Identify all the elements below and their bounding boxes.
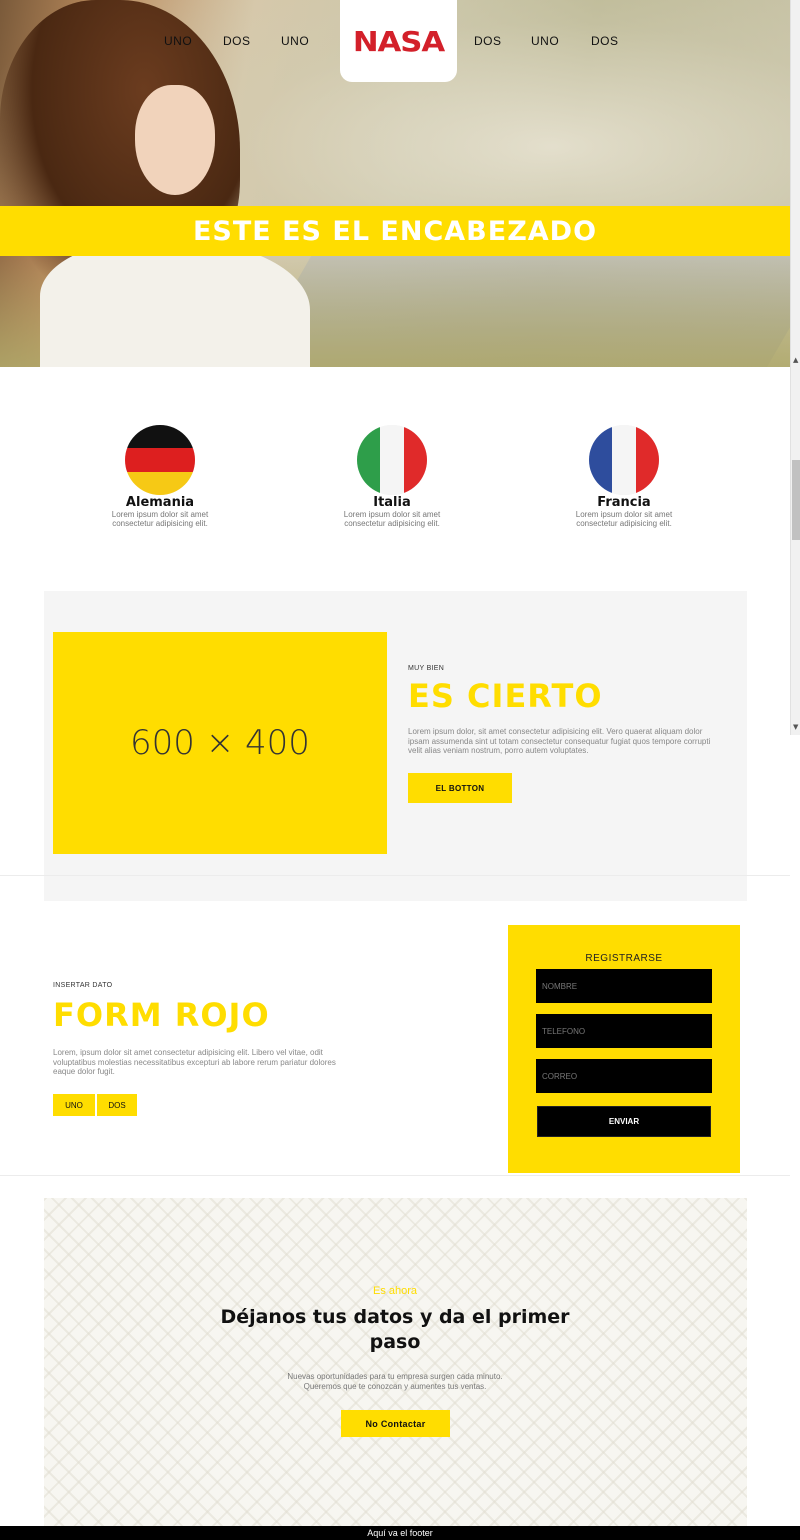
- nombre-field[interactable]: NOMBRE: [536, 969, 712, 1003]
- country-card-francia: Francia Lorem ipsum dolor sit amet conse…: [554, 425, 694, 528]
- nasa-logo: NASA: [352, 24, 445, 58]
- hero-banner: ESTE ES EL ENCABEZADO: [0, 206, 790, 256]
- enviar-button[interactable]: ENVIAR: [537, 1106, 711, 1137]
- country-name: Francia: [597, 495, 651, 510]
- telefono-field[interactable]: TELEFONO: [536, 1014, 712, 1048]
- hero-blouse: [40, 240, 310, 367]
- el-botton-button[interactable]: EL BOTTON: [408, 773, 512, 803]
- nav-link-uno-2[interactable]: UNO: [281, 34, 309, 48]
- dos-button[interactable]: DOS: [97, 1094, 137, 1116]
- scrollbar-thumb[interactable]: [792, 460, 800, 540]
- correo-field[interactable]: CORREO: [536, 1059, 712, 1093]
- nav-link-dos-1[interactable]: DOS: [223, 34, 251, 48]
- cta-text-line: Nuevas oportunidades para tu empresa sur…: [287, 1372, 503, 1381]
- cta-title: Déjanos tus datos y da el primer paso: [220, 1306, 570, 1353]
- country-text: Lorem ipsum dolor sit amet consectetur a…: [111, 510, 209, 528]
- top-nav: UNO DOS UNO NASA DOS UNO DOS: [0, 0, 790, 84]
- cta-text: Nuevas oportunidades para tu empresa sur…: [195, 1372, 595, 1391]
- section-divider: [0, 875, 790, 876]
- nav-link-dos-3[interactable]: DOS: [591, 34, 619, 48]
- logo[interactable]: NASA: [340, 0, 457, 82]
- country-card-italia: Italia Lorem ipsum dolor sit amet consec…: [322, 425, 462, 528]
- feature-kicker: MUY BIEN: [408, 665, 445, 672]
- country-name: Italia: [373, 495, 411, 510]
- country-card-alemania: Alemania Lorem ipsum dolor sit amet cons…: [90, 425, 230, 528]
- hero: UNO DOS UNO NASA DOS UNO DOS ESTE ES EL …: [0, 0, 790, 367]
- nav-link-uno-3[interactable]: UNO: [531, 34, 559, 48]
- form-title: FORM ROJO: [53, 996, 270, 1034]
- cta-kicker: Es ahora: [372, 1285, 418, 1297]
- hero-face: [135, 85, 215, 195]
- scrollbar[interactable]: ▲ ▼: [790, 0, 800, 735]
- france-flag-icon: [589, 425, 659, 495]
- hero-heading: ESTE ES EL ENCABEZADO: [192, 215, 598, 247]
- uno-button[interactable]: UNO: [53, 1094, 95, 1116]
- register-title: REGISTRARSE: [585, 953, 663, 964]
- contact-button[interactable]: No Contactar: [341, 1410, 450, 1437]
- feature-text: Lorem ipsum dolor, sit amet consectetur …: [408, 727, 711, 755]
- scroll-down-icon[interactable]: ▼: [793, 723, 798, 731]
- country-name: Alemania: [125, 495, 195, 510]
- germany-flag-icon: [125, 425, 195, 495]
- nav-link-dos-2[interactable]: DOS: [474, 34, 502, 48]
- country-text: Lorem ipsum dolor sit amet consectetur a…: [343, 510, 441, 528]
- image-placeholder: 600 × 400: [53, 632, 387, 854]
- form-text: Lorem, ipsum dolor sit amet consectetur …: [53, 1048, 336, 1076]
- cta-section: [44, 1198, 747, 1528]
- scroll-up-icon[interactable]: ▲: [793, 356, 798, 364]
- country-text: Lorem ipsum dolor sit amet consectetur a…: [575, 510, 673, 528]
- cta-text-line: Queremos que te conozcan y aumentes tus …: [303, 1381, 487, 1391]
- form-kicker: INSERTAR DATO: [53, 982, 113, 989]
- section-divider: [0, 1175, 790, 1176]
- feature-title: ES CIERTO: [408, 677, 603, 715]
- italy-flag-icon: [357, 425, 427, 495]
- footer: Aquí va el footer: [0, 1526, 800, 1540]
- nav-link-uno-1[interactable]: UNO: [164, 34, 192, 48]
- placeholder-label: 600 × 400: [130, 723, 310, 763]
- register-form: REGISTRARSE NOMBRE TELEFONO CORREO ENVIA…: [508, 925, 740, 1173]
